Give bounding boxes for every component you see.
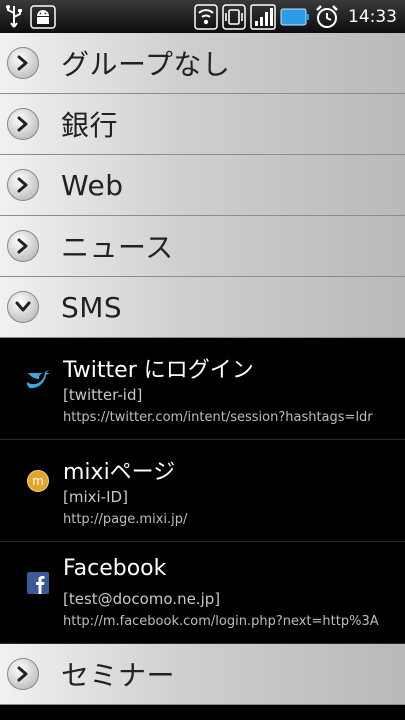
chevron-right-icon xyxy=(7,47,39,79)
item-user-id: [test@docomo.ne.jp] xyxy=(63,590,221,608)
list-item-facebook[interactable]: Facebook [test@docomo.ne.jp] http://m.fa… xyxy=(0,542,405,644)
chevron-right-icon xyxy=(7,108,39,140)
status-clock: 14:33 xyxy=(348,6,397,27)
alarm-icon xyxy=(314,4,340,30)
group-label: 銀行 xyxy=(61,109,119,142)
group-row-seminar[interactable]: セミナー xyxy=(0,644,405,705)
usb-icon xyxy=(4,4,24,29)
wifi-icon xyxy=(194,3,218,30)
vibrate-icon xyxy=(222,3,246,30)
battery-icon xyxy=(280,6,310,28)
svg-text:m: m xyxy=(32,474,44,488)
list-item-twitter[interactable]: Twitter にログイン [twitter-id] https://twitt… xyxy=(0,338,405,440)
signal-icon xyxy=(250,3,276,30)
item-title: Facebook xyxy=(63,556,167,581)
item-url: http://m.facebook.com/login.php?next=htt… xyxy=(63,614,379,629)
group-label: SMS xyxy=(61,290,123,324)
android-debug-icon xyxy=(30,4,56,29)
group-label: ニュース xyxy=(61,231,174,264)
mixi-logo-icon: m xyxy=(25,468,51,494)
group-row-web[interactable]: Web xyxy=(0,155,405,216)
item-url: https://twitter.com/intent/session?hasht… xyxy=(63,410,373,425)
list-item-mixi[interactable]: m mixiページ [mixi-ID] http://page.mixi.jp/ xyxy=(0,440,405,542)
chevron-right-icon xyxy=(7,230,39,262)
group-row-no-group[interactable]: グループなし xyxy=(0,33,405,94)
group-label: セミナー xyxy=(61,659,176,692)
item-title: mixiページ xyxy=(63,460,176,485)
twitter-bird-icon xyxy=(25,366,51,392)
group-row-bank[interactable]: 銀行 xyxy=(0,94,405,155)
facebook-logo-icon xyxy=(25,570,51,596)
group-row-sms[interactable]: SMS xyxy=(0,277,405,338)
status-bar: 14:33 xyxy=(0,0,405,33)
chevron-down-icon xyxy=(7,291,39,323)
item-url: http://page.mixi.jp/ xyxy=(63,512,188,527)
group-label: Web xyxy=(61,168,124,202)
item-title: Twitter にログイン xyxy=(63,358,254,383)
item-user-id: [twitter-id] xyxy=(63,386,143,404)
group-label: グループなし xyxy=(61,48,231,81)
item-user-id: [mixi-ID] xyxy=(63,488,128,506)
group-row-news[interactable]: ニュース xyxy=(0,216,405,277)
chevron-right-icon xyxy=(7,169,39,201)
chevron-right-icon xyxy=(7,658,39,690)
